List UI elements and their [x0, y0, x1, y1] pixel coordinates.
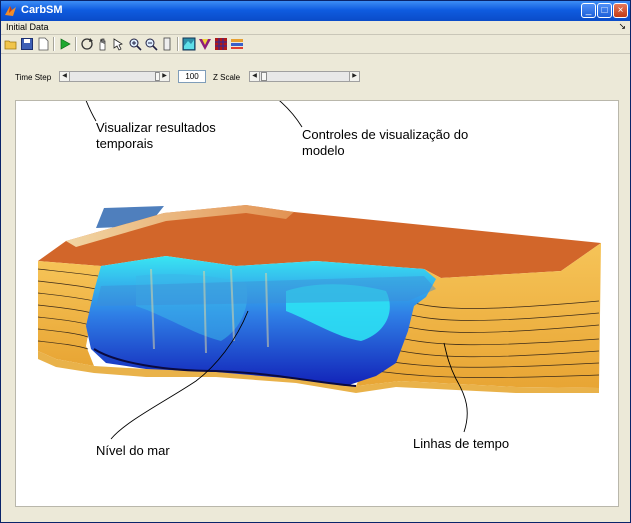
time-step-slider[interactable]: ◀ ▶	[59, 71, 170, 82]
annotation-controles-line2: modelo	[302, 143, 345, 158]
slider-right-arrow-icon[interactable]: ▶	[159, 72, 169, 81]
slider-right-arrow-icon[interactable]: ▶	[349, 72, 359, 81]
zoom-in-icon[interactable]	[128, 37, 142, 51]
colorbar-icon[interactable]	[160, 37, 174, 51]
toolbar-separator	[53, 37, 55, 51]
grid-mesh-icon[interactable]	[214, 37, 228, 51]
toolbar	[1, 35, 630, 54]
surface-view-icon[interactable]	[182, 37, 196, 51]
annotation-visualizar-line2: temporais	[96, 136, 154, 151]
model-plot-area[interactable]: Visualizar resultados temporais Controle…	[15, 100, 619, 507]
z-scale-slider-thumb[interactable]	[261, 72, 267, 81]
close-button[interactable]: ×	[613, 3, 628, 18]
annotation-visualizar-line1: Visualizar resultados	[96, 120, 216, 135]
toolbar-separator	[75, 37, 77, 51]
z-scale-slider[interactable]: ◀ ▶	[249, 71, 360, 82]
time-step-label: Time Step	[15, 73, 52, 82]
annotation-controles-line1: Controles de visualização do	[302, 127, 469, 142]
new-document-icon[interactable]	[36, 37, 50, 51]
app-window: CarbSM _ □ × Initial Data ↘ Time Step ◀	[0, 0, 631, 523]
rotate-3d-icon[interactable]	[80, 37, 94, 51]
controls-panel: Time Step ◀ ▶ 100 Z Scale ◀ ▶	[1, 54, 630, 100]
time-step-input[interactable]: 100	[178, 70, 206, 83]
slider-left-arrow-icon[interactable]: ◀	[250, 72, 260, 81]
zoom-out-icon[interactable]	[144, 37, 158, 51]
matlab-app-icon	[5, 6, 16, 16]
slider-left-arrow-icon[interactable]: ◀	[60, 72, 70, 81]
save-icon[interactable]	[20, 37, 34, 51]
pan-hand-icon[interactable]	[96, 37, 110, 51]
annotation-linhas-de-tempo: Linhas de tempo	[413, 436, 510, 451]
menu-bar: Initial Data ↘	[1, 21, 630, 35]
layers-icon[interactable]	[230, 37, 244, 51]
window-title: CarbSM	[21, 4, 63, 16]
annotation-visualizar: Visualizar resultados temporais	[96, 120, 216, 152]
z-scale-label: Z Scale	[213, 73, 241, 82]
menu-overflow-icon[interactable]: ↘	[618, 21, 626, 32]
annotation-nivel-do-mar: Nível do mar	[96, 443, 170, 458]
data-cursor-icon[interactable]	[112, 37, 126, 51]
annotation-controles: Controles de visualização do modelo	[302, 127, 468, 159]
minimize-button[interactable]: _	[581, 3, 596, 18]
color-shading-icon[interactable]	[198, 37, 212, 51]
open-folder-icon[interactable]	[4, 37, 18, 51]
title-bar[interactable]: CarbSM _ □ ×	[1, 1, 630, 21]
menu-initial-data[interactable]: Initial Data	[6, 22, 49, 32]
toolbar-separator	[177, 37, 179, 51]
run-play-icon[interactable]	[58, 37, 72, 51]
maximize-button[interactable]: □	[597, 3, 612, 18]
